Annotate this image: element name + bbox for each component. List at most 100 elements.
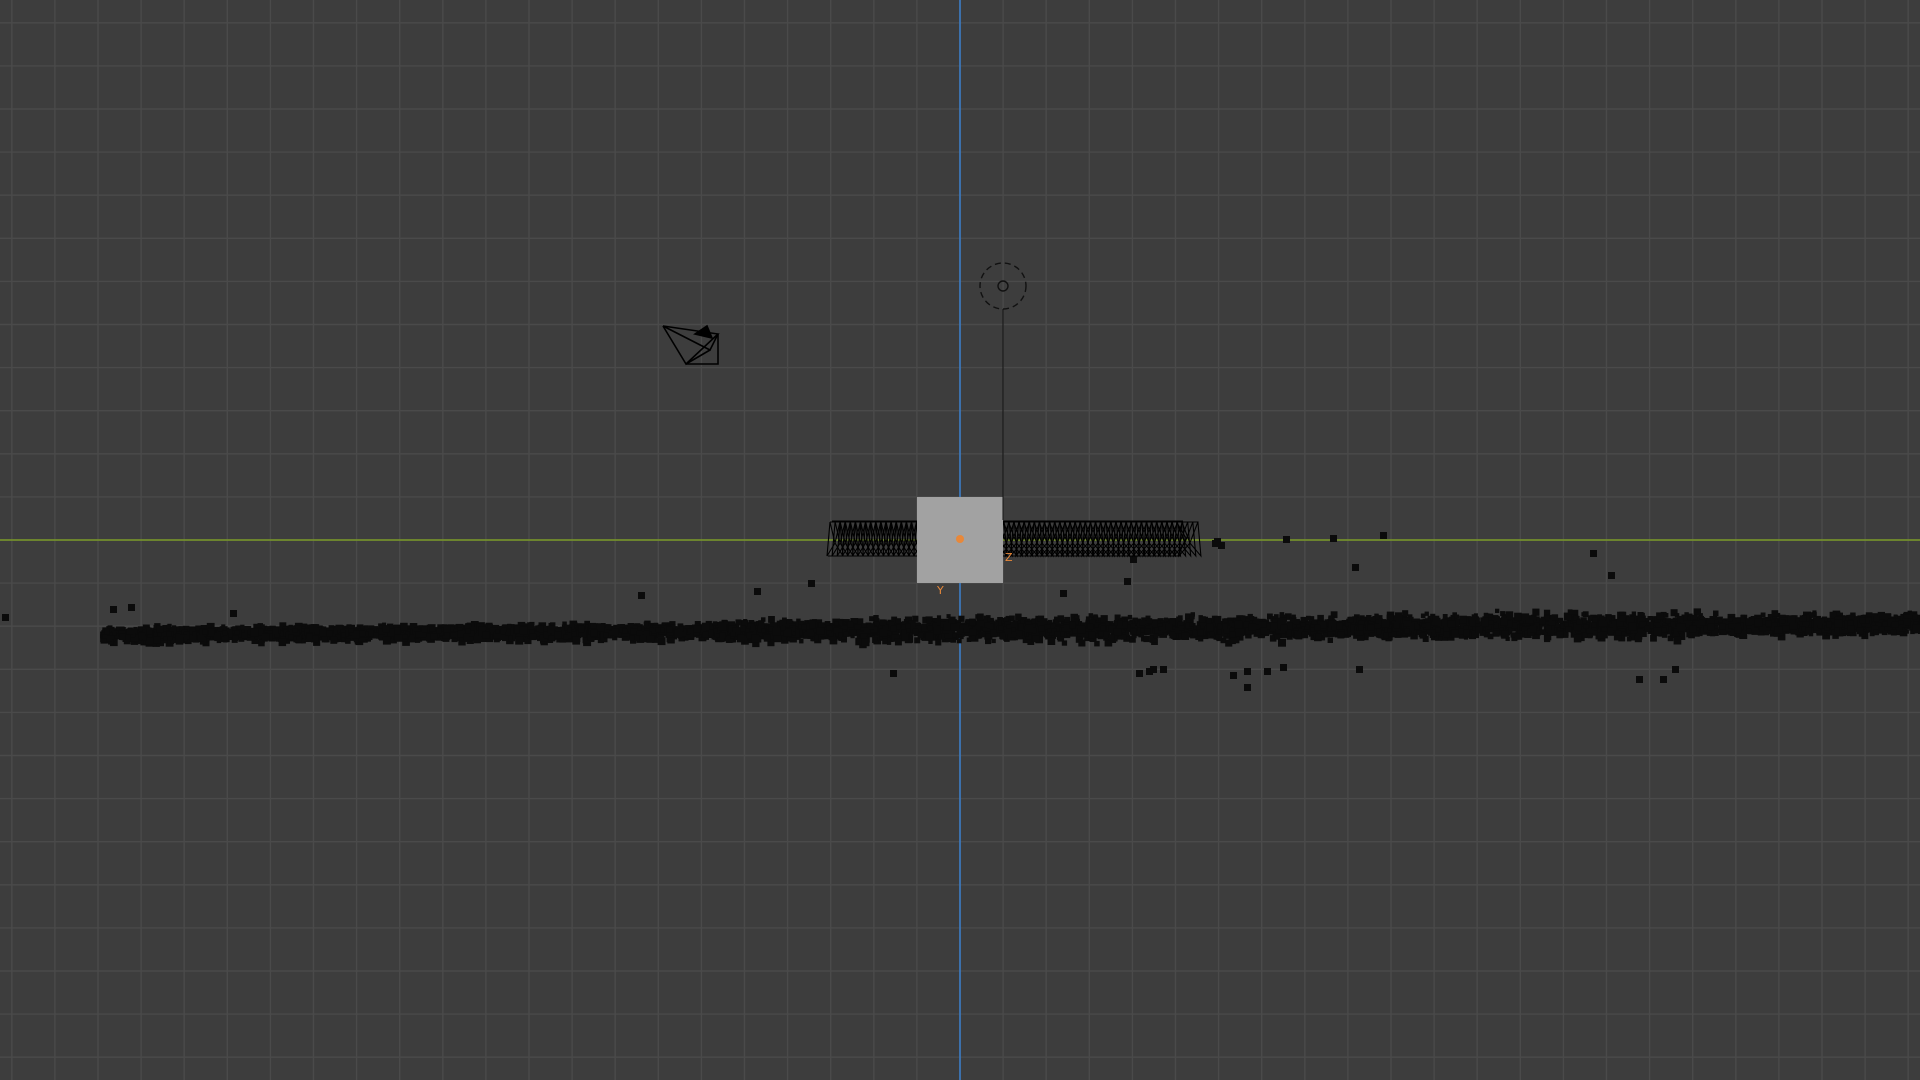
point: [1300, 622, 1306, 627]
point: [1510, 632, 1516, 638]
point: [772, 628, 781, 636]
point: [1551, 614, 1559, 621]
point: [1327, 637, 1333, 643]
point: [166, 624, 171, 629]
point: [341, 632, 346, 638]
point: [1859, 617, 1866, 624]
point: [982, 627, 987, 632]
point: [1515, 633, 1523, 640]
point: [763, 634, 771, 642]
point: [807, 629, 815, 637]
point: [1249, 616, 1254, 621]
point: [637, 626, 642, 631]
point: [1093, 614, 1098, 619]
point: [1442, 614, 1448, 619]
point: [1848, 625, 1855, 633]
point: [1647, 616, 1652, 621]
point: [1783, 625, 1790, 632]
point: [901, 633, 909, 641]
point: [1278, 617, 1287, 626]
point: [1567, 609, 1573, 615]
point: [1078, 639, 1086, 647]
point: [750, 625, 756, 631]
point: [758, 620, 765, 627]
point: [1196, 625, 1201, 630]
point: [872, 636, 879, 643]
point: [1653, 627, 1662, 636]
point: [1032, 635, 1040, 643]
point: [426, 633, 431, 638]
point: [1274, 614, 1279, 619]
point: [843, 631, 849, 637]
point: [1402, 610, 1409, 617]
point: [519, 626, 528, 635]
point: [1374, 623, 1380, 629]
point: [1060, 631, 1065, 637]
point: [241, 632, 248, 639]
point: [814, 637, 819, 642]
point: [1387, 628, 1392, 633]
point: [359, 630, 366, 637]
point: [1164, 617, 1169, 622]
point: [1320, 621, 1327, 629]
point: [1139, 619, 1145, 626]
point: [1912, 624, 1920, 632]
point: [272, 627, 279, 634]
point: [1444, 631, 1450, 638]
point: [1641, 617, 1646, 622]
point: [1011, 627, 1016, 632]
point: [1693, 608, 1701, 616]
point: [1544, 635, 1551, 643]
point: [606, 624, 612, 630]
point: [643, 621, 649, 627]
point: [857, 618, 864, 624]
point: [847, 621, 854, 628]
point: [578, 625, 585, 633]
point: [1121, 634, 1127, 640]
point: [1294, 632, 1302, 639]
point: [1745, 618, 1752, 625]
point: [175, 637, 184, 645]
viewport-scene[interactable]: Y Z: [0, 0, 1920, 1080]
point: [737, 634, 745, 643]
point: [1420, 613, 1426, 619]
point: [1564, 622, 1569, 627]
point: [1615, 630, 1622, 636]
point: [436, 628, 442, 634]
point: [963, 627, 970, 633]
point: [801, 624, 807, 630]
point: [1587, 633, 1593, 639]
point: [1370, 616, 1376, 622]
point: [1217, 629, 1222, 635]
point: [274, 633, 280, 638]
point: [1057, 615, 1065, 622]
point: [1505, 611, 1514, 620]
point: [1441, 619, 1448, 626]
point: [112, 631, 117, 636]
point: [319, 629, 328, 637]
point: [1381, 619, 1390, 628]
point: [508, 635, 513, 641]
point: [1395, 612, 1403, 620]
point: [1760, 612, 1766, 618]
point: [979, 631, 986, 638]
point: [1223, 618, 1228, 623]
point: [761, 628, 766, 633]
point: [1451, 629, 1460, 638]
point: [630, 628, 637, 635]
point: [719, 623, 727, 631]
point: [741, 620, 748, 627]
point: [917, 632, 924, 639]
point: [1143, 635, 1150, 643]
point: [1740, 614, 1745, 619]
point: [1364, 632, 1369, 638]
point: [1085, 616, 1091, 621]
3d-viewport[interactable]: Y Z: [0, 0, 1920, 1080]
point: [1626, 636, 1632, 642]
point: [860, 633, 867, 639]
point: [1644, 625, 1650, 631]
point: [1189, 614, 1195, 620]
point: [1025, 624, 1033, 633]
point: [768, 616, 775, 623]
point: [1200, 616, 1206, 622]
